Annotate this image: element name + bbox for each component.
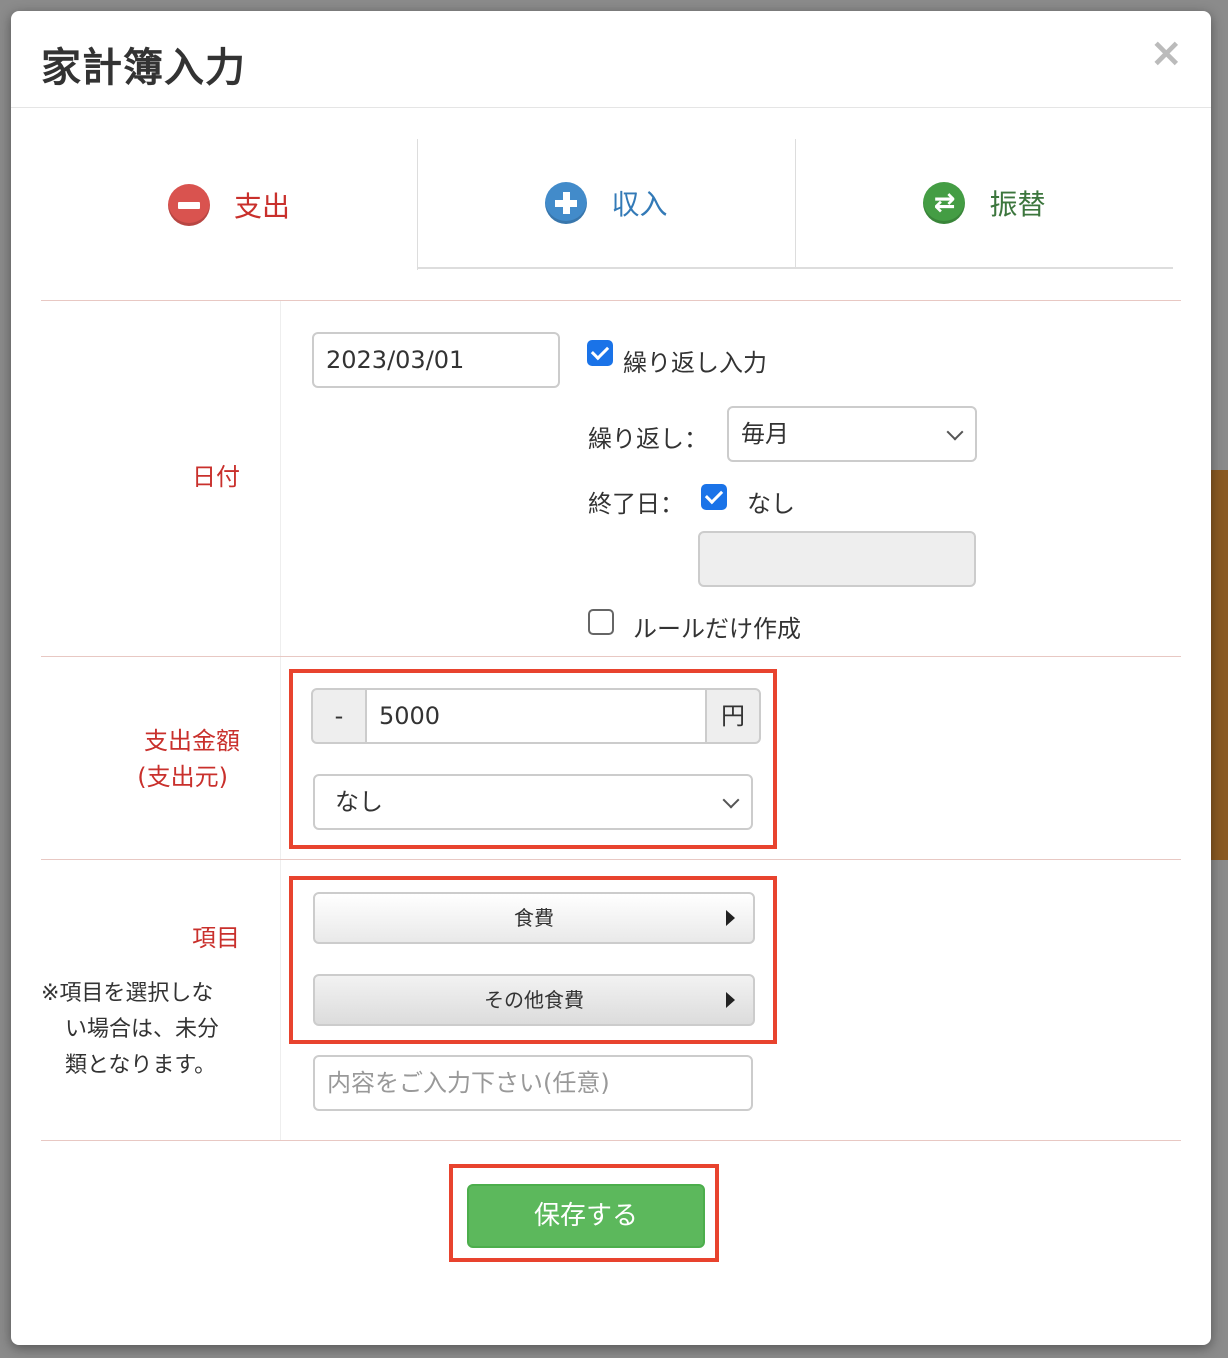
memo-input[interactable]: 内容をご入力下さい(任意) [313,1055,753,1111]
close-button[interactable]: × [1149,33,1183,73]
entry-type-tabs: 支出 収入 ⇄ 振替 [41,139,1173,270]
repeat-label: 繰り返し： [588,425,708,453]
caret-right-icon [726,992,735,1008]
currency-addon: 円 [705,688,761,744]
entry-form: 日付 2023/03/01 繰り返し入力 繰り返し： 毎月 終了日： なし ルー… [41,300,1181,1141]
category-note-line1: ※項目を選択しな [41,981,214,1006]
repeat-checkbox-label: 繰り返し入力 [623,349,767,377]
repeat-select[interactable]: 毎月 [727,406,977,462]
amount-row: 支出金額 (支出元) - 5000 円 なし [41,656,1181,859]
household-ledger-modal: 家計簿入力 × 支出 収入 ⇄ 振替 日付 2023/03/01 繰り返し入力 … [11,11,1211,1345]
modal-header: 家計簿入力 × [11,11,1211,108]
category-note-line3: 類となります。 [65,1053,217,1078]
tab-income[interactable]: 収入 [418,139,796,269]
repeat-checkbox[interactable] [587,340,613,366]
category-button[interactable]: 食費 [313,892,755,944]
background-banner [1210,470,1228,860]
amount-label: 支出金額 [144,727,240,755]
rule-only-label: ルールだけ作成 [633,615,801,643]
amount-sign[interactable]: - [311,688,367,744]
category-note-line2: い場合は、未分 [65,1017,220,1042]
date-label-cell: 日付 [41,301,281,656]
caret-right-icon [726,910,735,926]
amount-label-cell: 支出金額 (支出元) [41,657,281,859]
tab-income-label: 収入 [611,188,668,221]
save-button[interactable]: 保存する [467,1184,705,1248]
subcategory-button[interactable]: その他食費 [313,974,755,1026]
category-row: 項目 ※項目を選択しな い場合は、未分 類となります。 食費 その他食費 内容を… [41,859,1181,1141]
source-account-select[interactable]: なし [313,774,753,830]
rule-only-checkbox[interactable] [588,609,614,635]
amount-input-group: - 5000 円 [311,688,761,744]
tab-expense[interactable]: 支出 [41,139,418,270]
tab-transfer[interactable]: ⇄ 振替 [796,139,1173,269]
end-date-none-label: なし [747,490,795,518]
subcategory-value: その他食費 [484,988,584,1012]
category-label: 項目 [192,924,240,952]
amount-source-label: (支出元) [137,763,228,791]
category-label-cell: 項目 ※項目を選択しな い場合は、未分 類となります。 [41,860,281,1140]
swap-circle-icon: ⇄ [923,182,966,224]
end-date-label: 終了日： [588,490,684,518]
date-label: 日付 [192,463,240,491]
end-date-input[interactable] [698,531,976,587]
date-input[interactable]: 2023/03/01 [312,332,560,388]
date-row: 日付 2023/03/01 繰り返し入力 繰り返し： 毎月 終了日： なし ルー… [41,300,1181,656]
tab-transfer-label: 振替 [989,188,1046,221]
plus-circle-icon [545,182,588,224]
tab-expense-label: 支出 [233,189,290,223]
category-value: 食費 [514,906,554,930]
amount-input[interactable]: 5000 [365,688,707,744]
end-date-none-checkbox[interactable] [701,484,727,510]
modal-title: 家計簿入力 [41,45,246,91]
minus-circle-icon [167,183,210,226]
